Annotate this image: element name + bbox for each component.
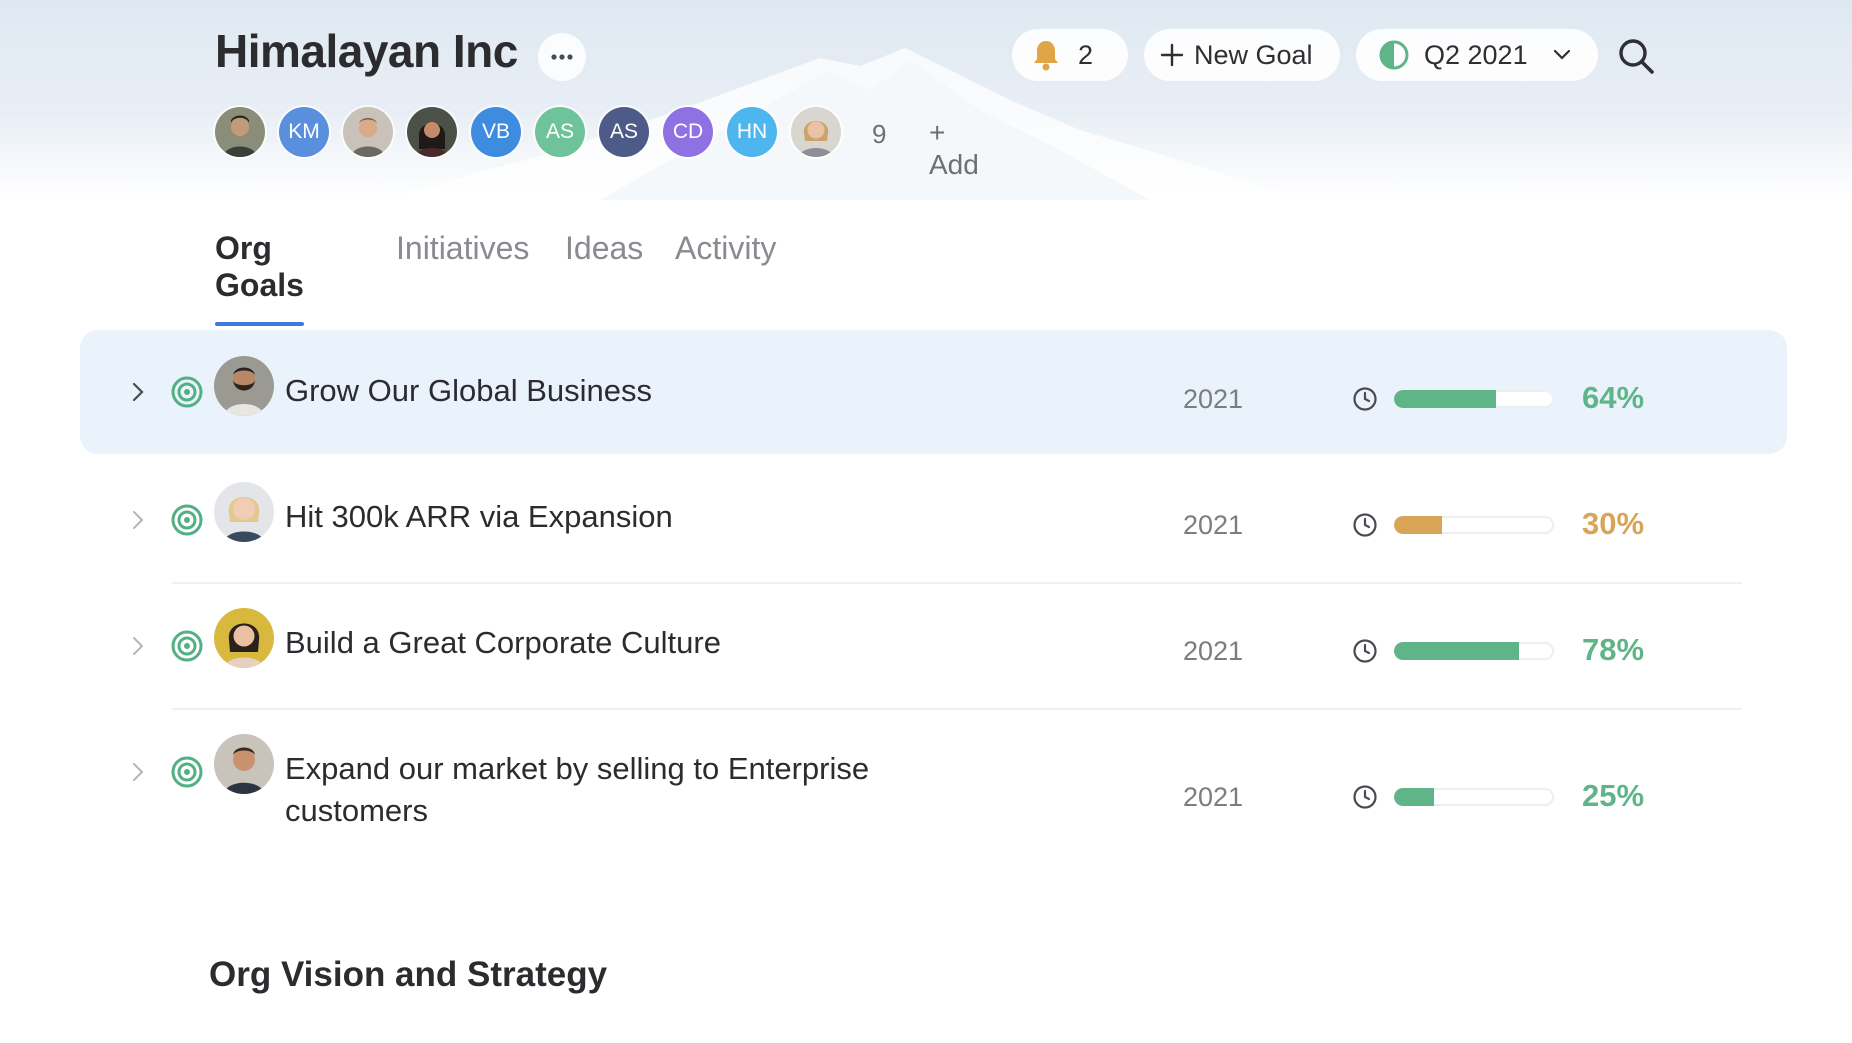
member-count[interactable]: 9 bbox=[872, 119, 886, 150]
search-icon bbox=[1619, 39, 1654, 74]
person-photo-icon bbox=[343, 107, 393, 157]
member-avatar[interactable]: AS bbox=[535, 107, 585, 157]
person-photo-icon bbox=[791, 107, 841, 157]
section-title-vision-strategy: Org Vision and Strategy bbox=[209, 955, 608, 994]
goal-title[interactable]: Hit 300k ARR via Expansion bbox=[285, 496, 1005, 538]
new-goal-label: New Goal bbox=[1194, 39, 1313, 70]
avatar-initials: VB bbox=[481, 120, 510, 143]
goal-owner-avatar[interactable] bbox=[214, 608, 274, 668]
target-icon bbox=[171, 504, 203, 536]
page-title: Himalayan Inc bbox=[215, 25, 518, 77]
goal-year: 2021 bbox=[1183, 384, 1244, 414]
ellipsis-icon bbox=[551, 54, 573, 60]
avatar-initials: HN bbox=[736, 120, 768, 143]
progress-bar-fill bbox=[1394, 788, 1434, 806]
goal-year: 2021 bbox=[1183, 510, 1244, 540]
progress-bar bbox=[1394, 390, 1554, 408]
goal-owner-avatar[interactable] bbox=[214, 482, 274, 542]
more-options-button[interactable] bbox=[538, 33, 586, 81]
target-icon bbox=[171, 630, 203, 662]
person-photo-icon bbox=[407, 107, 457, 157]
member-avatar[interactable]: KM bbox=[279, 107, 329, 157]
chevron-right-icon[interactable] bbox=[126, 508, 150, 532]
person-photo-icon bbox=[214, 482, 274, 542]
goal-row[interactable]: Expand our market by selling to Enterpri… bbox=[80, 710, 1787, 860]
tab-initiatives[interactable]: Initiatives bbox=[396, 230, 529, 289]
member-avatar[interactable] bbox=[343, 107, 393, 157]
member-avatar[interactable]: HN bbox=[727, 107, 777, 157]
goal-owner-avatar[interactable] bbox=[214, 356, 274, 416]
progress-percent: 78% bbox=[1582, 632, 1645, 667]
notification-count: 2 bbox=[1078, 39, 1094, 70]
goal-year: 2021 bbox=[1183, 636, 1244, 666]
clock-icon bbox=[1353, 639, 1377, 663]
chevron-down-icon bbox=[1553, 49, 1570, 60]
quarter-selector[interactable]: Q2 2021 bbox=[1356, 29, 1598, 81]
add-member-button[interactable]: + Add bbox=[929, 117, 979, 181]
clock-icon bbox=[1353, 513, 1377, 537]
progress-bar-fill bbox=[1394, 516, 1442, 534]
person-photo-icon bbox=[214, 356, 274, 416]
search-button[interactable] bbox=[1616, 36, 1656, 76]
target-icon bbox=[171, 756, 203, 788]
progress-percent: 25% bbox=[1582, 778, 1645, 813]
goal-owner-avatar[interactable] bbox=[214, 734, 274, 794]
person-photo-icon bbox=[214, 734, 274, 794]
member-avatar[interactable] bbox=[215, 107, 265, 157]
member-avatar[interactable]: VB bbox=[471, 107, 521, 157]
progress-percent: 64% bbox=[1582, 380, 1645, 415]
member-avatar[interactable] bbox=[407, 107, 457, 157]
progress-percent: 30% bbox=[1582, 506, 1645, 541]
clock-icon bbox=[1353, 785, 1377, 809]
goal-year: 2021 bbox=[1183, 782, 1244, 812]
new-goal-button[interactable]: New Goal bbox=[1144, 29, 1340, 81]
chevron-right-icon[interactable] bbox=[126, 760, 150, 784]
person-photo-icon bbox=[215, 107, 265, 157]
quarter-label: Q2 2021 bbox=[1424, 39, 1528, 70]
goal-row[interactable]: Grow Our Global Business 2021 64% bbox=[80, 330, 1787, 454]
avatar-initials: AS bbox=[609, 120, 638, 143]
avatar-initials: CD bbox=[672, 120, 704, 143]
progress-bar bbox=[1394, 788, 1554, 806]
member-avatar[interactable] bbox=[791, 107, 841, 157]
member-avatar[interactable]: AS bbox=[599, 107, 649, 157]
tab-activity[interactable]: Activity bbox=[675, 230, 776, 289]
goal-row[interactable]: Build a Great Corporate Culture 2021 78% bbox=[80, 584, 1787, 708]
progress-bar-fill bbox=[1394, 642, 1519, 660]
notifications-button[interactable]: 2 bbox=[1012, 29, 1128, 81]
goal-title[interactable]: Build a Great Corporate Culture bbox=[285, 622, 1005, 664]
target-icon bbox=[171, 376, 203, 408]
progress-bar-fill bbox=[1394, 390, 1497, 408]
goal-row[interactable]: Hit 300k ARR via Expansion 2021 30% bbox=[80, 458, 1787, 582]
avatar-initials: AS bbox=[545, 120, 574, 143]
goal-title[interactable]: Grow Our Global Business bbox=[285, 370, 1005, 412]
avatar-initials: KM bbox=[288, 120, 320, 143]
chevron-right-icon[interactable] bbox=[126, 634, 150, 658]
bell-icon bbox=[1034, 41, 1058, 71]
member-avatar[interactable]: CD bbox=[663, 107, 713, 157]
plus-icon bbox=[1160, 43, 1184, 67]
tab-ideas[interactable]: Ideas bbox=[565, 230, 643, 289]
goal-title[interactable]: Expand our market by selling to Enterpri… bbox=[285, 748, 1005, 832]
half-circle-icon bbox=[1379, 40, 1409, 70]
tab-org-goals[interactable]: Org Goals bbox=[215, 230, 304, 326]
progress-bar bbox=[1394, 516, 1554, 534]
chevron-right-icon[interactable] bbox=[126, 380, 150, 404]
progress-bar bbox=[1394, 642, 1554, 660]
person-photo-icon bbox=[214, 608, 274, 668]
clock-icon bbox=[1353, 387, 1377, 411]
